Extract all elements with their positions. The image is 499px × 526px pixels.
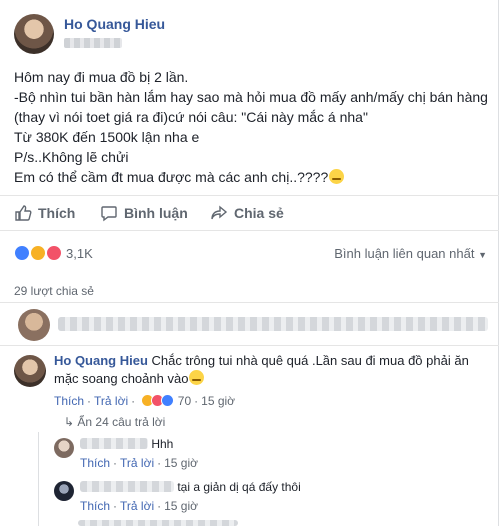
like-reaction-icon [14, 245, 30, 261]
reply-text: tại a giản dị qá đấy thôi [177, 480, 301, 494]
comment-reaction-count[interactable]: 70 [178, 394, 191, 408]
share-count[interactable]: 29 lượt chia sẻ [14, 284, 94, 298]
reactions-summary[interactable]: 3,1K Bình luận liên quan nhất ▼ [0, 240, 499, 268]
reaction-count: 3,1K [66, 246, 93, 261]
like-label: Thích [38, 205, 76, 221]
love-reaction-icon [46, 245, 62, 261]
comment-label: Bình luận [124, 205, 188, 221]
post-line: Từ 380K đến 1500k lận nha e [14, 129, 200, 145]
comment-time[interactable]: 15 giờ [201, 394, 235, 408]
reply-author-avatar[interactable] [54, 481, 74, 501]
blurred-author-name[interactable] [80, 481, 174, 492]
reply-text: Hhh [151, 437, 174, 451]
like-button[interactable]: Thích [14, 204, 75, 222]
comment-bubble-icon [101, 206, 117, 222]
comment-like-link[interactable]: Thích [54, 394, 84, 408]
comment-composer-blurred[interactable] [6, 307, 494, 343]
author-name[interactable]: Ho Quang Hieu [64, 16, 165, 32]
reply-body: tại a giản dị qá đấy thôi [80, 479, 301, 495]
post-line: P/s..Không lẽ chửi [14, 149, 129, 165]
divider [0, 302, 499, 303]
reply-reply-link[interactable]: Trả lời [120, 499, 154, 513]
thumbs-up-icon [15, 205, 32, 221]
grinning-emoji-icon [189, 370, 205, 385]
comment-meta: Thích · Trả lời · 70 · 15 giờ [54, 394, 236, 408]
post-body: Hôm nay đi mua đồ bị 2 lần. -Bộ nhìn tui… [14, 67, 494, 187]
comment-sort-label: Bình luận liên quan nhất [334, 246, 475, 261]
rolling-eyes-emoji-icon [329, 169, 345, 184]
post-action-bar: Thích Bình luận Chia sẻ [0, 195, 499, 231]
chevron-down-icon: ▼ [478, 250, 487, 260]
reply-arrow-icon: ↳ [64, 415, 75, 429]
post-line: Em có thể cầm đt mua được mà các anh chị… [14, 169, 329, 185]
share-button[interactable]: Chia sẻ [210, 204, 284, 222]
reply-author-avatar[interactable] [54, 438, 74, 458]
hide-replies-label: Ẩn 24 câu trả lời [77, 415, 166, 429]
comment-button[interactable]: Bình luận [100, 204, 188, 222]
blurred-author-name[interactable] [80, 438, 148, 449]
reply-time[interactable]: 15 giờ [164, 456, 198, 470]
post-line: (thay vì nói toet giá ra đi)cứ nói câu: … [14, 109, 368, 125]
share-label: Chia sẻ [234, 205, 284, 221]
reply-time[interactable]: 15 giờ [164, 499, 198, 513]
divider [0, 345, 499, 346]
reply-like-link[interactable]: Thích [80, 456, 110, 470]
reply-body: Hhh [80, 436, 173, 452]
reply-meta: Thích · Trả lời · 15 giờ [80, 456, 198, 470]
post-line-last: Em có thể cầm đt mua được mà các anh chị… [14, 167, 494, 187]
comment-reply-link[interactable]: Trả lời [94, 394, 128, 408]
post-line: Hôm nay đi mua đồ bị 2 lần. [14, 69, 189, 85]
comment-sort-dropdown[interactable]: Bình luận liên quan nhất ▼ [334, 246, 487, 261]
hide-replies-toggle[interactable]: ↳ Ẩn 24 câu trả lời [64, 415, 165, 429]
author-avatar[interactable] [14, 14, 54, 54]
thread-line [38, 432, 39, 526]
haha-reaction-icon [30, 245, 46, 261]
comment-body: Ho Quang Hieu Chắc trông tui nhà quê quá… [54, 352, 494, 410]
reply-reply-link[interactable]: Trả lời [120, 456, 154, 470]
share-arrow-icon [211, 205, 228, 220]
comment-author-name[interactable]: Ho Quang Hieu [54, 353, 148, 368]
post-card: Ho Quang Hieu Hôm nay đi mua đồ bị 2 lần… [0, 0, 499, 526]
like-reaction-icon [161, 394, 175, 407]
post-timestamp-blurred [64, 38, 122, 48]
reply-meta: Thích · Trả lời · 15 giờ [80, 499, 198, 513]
blurred-next-reply [78, 520, 238, 526]
post-line: -Bộ nhìn tui bần hàn lắm hay sao mà hỏi … [14, 89, 488, 105]
blurred-text [58, 317, 488, 331]
commenter-avatar [18, 309, 50, 341]
comment-author-avatar[interactable] [14, 355, 46, 387]
reply-like-link[interactable]: Thích [80, 499, 110, 513]
